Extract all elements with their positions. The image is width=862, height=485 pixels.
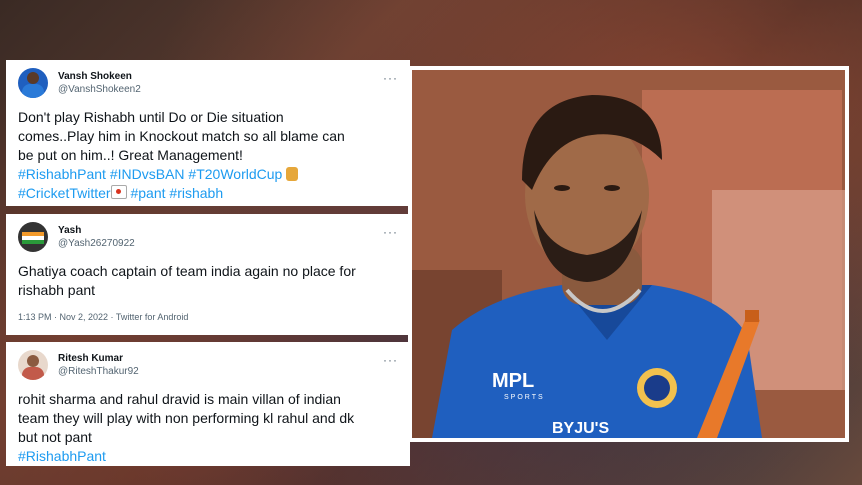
tweet-text-line: Don't play Rishabh until Do or Die situa… [18, 109, 284, 125]
tweet-text-line: team they will play with non performing … [18, 410, 355, 426]
hashtag-link[interactable]: #CricketTwitter [18, 185, 111, 201]
hashtag-link[interactable]: #RishabhPant [18, 166, 106, 182]
player-photo-frame: MPL SPORTS BYJU'S [408, 66, 849, 442]
tweet-text: Ghatiya coach captain of team india agai… [18, 262, 398, 300]
display-name[interactable]: Yash [58, 224, 383, 237]
hashtag-line: #CricketTwitter #pant #rishabh [18, 184, 398, 203]
avatar[interactable] [18, 68, 48, 98]
avatar[interactable] [18, 222, 48, 252]
tweet-text-line: but not pant [18, 429, 92, 445]
display-name[interactable]: Vansh Shokeen [58, 70, 383, 83]
tweet-card[interactable]: Yash @Yash26270922 ··· Ghatiya coach cap… [6, 214, 410, 335]
hashtag-link[interactable]: #INDvsBAN [110, 166, 185, 182]
more-options-icon[interactable]: ··· [383, 71, 398, 85]
tweet-text-line: rishabh pant [18, 282, 96, 298]
hashtag-line: #RishabhPant [18, 447, 398, 466]
hashtag-link[interactable]: #RishabhPant [18, 448, 106, 464]
avatar[interactable] [18, 350, 48, 380]
jersey-subtext: SPORTS [504, 394, 545, 401]
tweet-text-line: rohit sharma and rahul dravid is main vi… [18, 391, 341, 407]
hashtag-link[interactable]: #T20WorldCup [188, 166, 282, 182]
display-name[interactable]: Ritesh Kumar [58, 352, 383, 365]
cricket-emoji-icon [110, 185, 127, 199]
tweet-text: rohit sharma and rahul dravid is main vi… [18, 390, 398, 466]
more-options-icon[interactable]: ··· [383, 353, 398, 367]
tweet-text-line: be put on him..! Great Management! [18, 147, 243, 163]
more-options-icon[interactable]: ··· [383, 225, 398, 239]
folded-hands-emoji-icon [286, 167, 299, 181]
user-handle[interactable]: @RiteshThakur92 [58, 365, 383, 378]
hashtag-link[interactable]: #rishabh [169, 185, 223, 201]
hashtag-line: #RishabhPant #INDvsBAN #T20WorldCup [18, 165, 398, 184]
tweet-text-line: Ghatiya coach captain of team india agai… [18, 263, 356, 279]
tweet-text-line: comes..Play him in Knockout match so all… [18, 128, 345, 144]
player-photo: MPL SPORTS BYJU'S [412, 70, 845, 438]
user-handle[interactable]: @Yash26270922 [58, 237, 383, 250]
tweet-timestamp[interactable]: 1:13 PM · Nov 2, 2022 · Twitter for Andr… [18, 312, 398, 322]
player-illustration [412, 70, 845, 438]
tweet-card[interactable]: Ritesh Kumar @RiteshThakur92 ··· rohit s… [6, 342, 410, 466]
tweet-text: Don't play Rishabh until Do or Die situa… [18, 108, 398, 203]
sponsor-text: BYJU'S [552, 420, 610, 437]
jersey-text: MPL [492, 370, 535, 392]
tweet-card[interactable]: Vansh Shokeen @VanshShokeen2 ··· Don't p… [6, 60, 410, 206]
hashtag-link[interactable]: #pant [130, 185, 165, 201]
user-handle[interactable]: @VanshShokeen2 [58, 83, 383, 96]
